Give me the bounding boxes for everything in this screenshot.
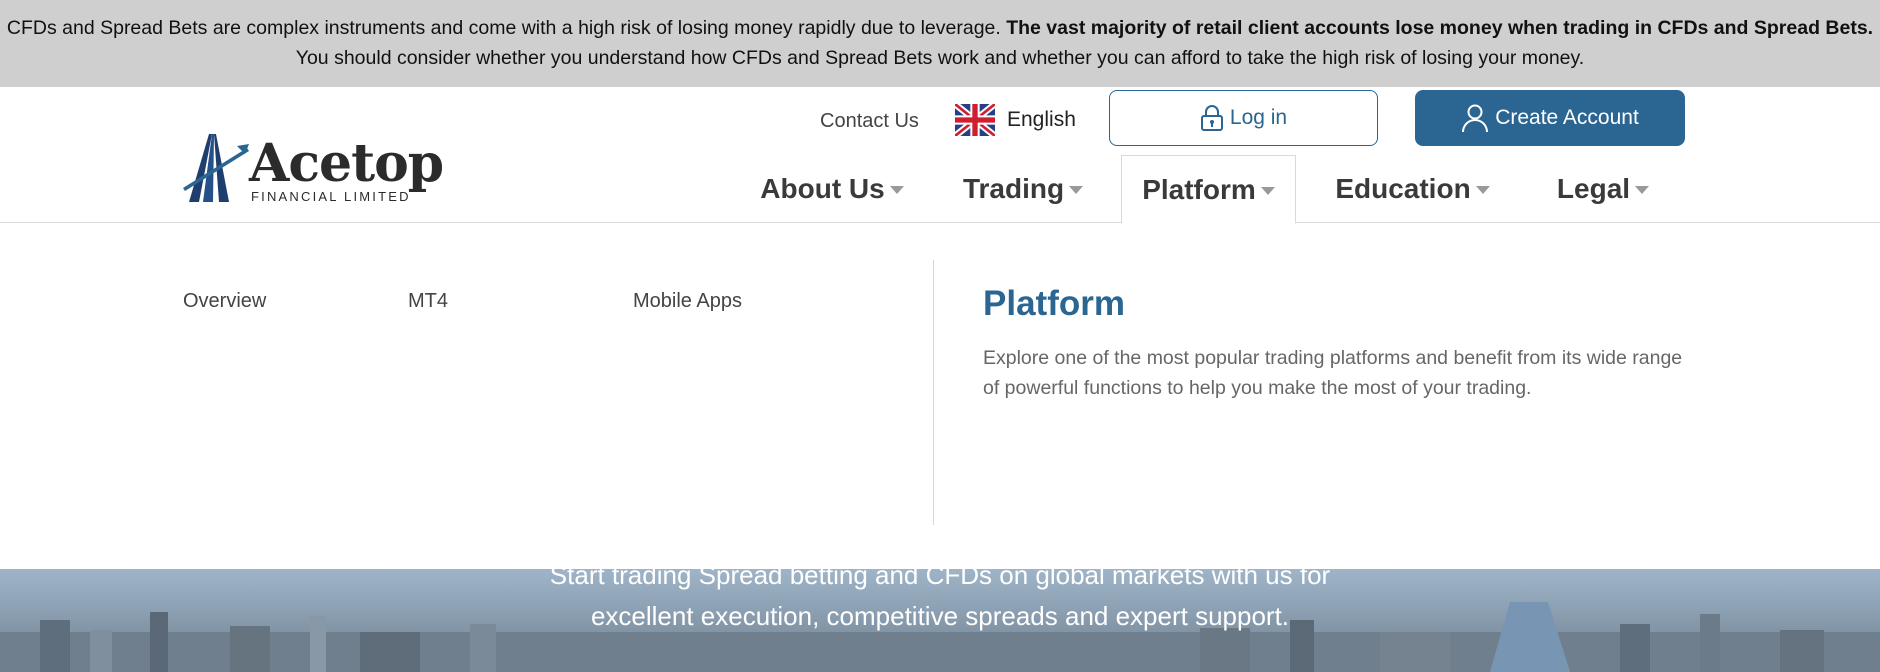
hero-section: Start trading Spread betting and CFDs on…: [0, 569, 1880, 672]
language-label: English: [1007, 108, 1076, 131]
nav-item-label: Legal: [1556, 173, 1631, 204]
hero-tagline: Start trading Spread betting and CFDs on…: [549, 569, 1331, 631]
nav-item-label: About Us: [760, 173, 885, 204]
main-nav: About Us Trading Platform Education Lega…: [0, 155, 1880, 224]
contact-us-link[interactable]: Contact Us: [820, 110, 919, 133]
risk-warning-banner: CFDs and Spread Bets are complex instrum…: [0, 0, 1880, 87]
dropdown-link-mobile-apps[interactable]: Mobile Apps: [633, 290, 742, 313]
risk-warning-text: CFDs and Spread Bets are complex instrum…: [6, 17, 1007, 39]
dropdown-title: Platform: [983, 284, 1125, 323]
nav-item-about-us[interactable]: About Us: [752, 155, 912, 223]
nav-item-legal[interactable]: Legal: [1548, 155, 1658, 223]
lock-icon: [1200, 105, 1223, 131]
nav-item-education[interactable]: Education: [1330, 155, 1495, 223]
platform-dropdown: Overview MT4 Mobile Apps Platform Explor…: [0, 224, 1880, 569]
create-account-label: Create Account: [1495, 106, 1639, 129]
dropdown-link-mt4[interactable]: MT4: [408, 290, 448, 313]
uk-flag-icon: [955, 104, 995, 136]
caret-down-icon: [889, 186, 904, 194]
nav-item-platform[interactable]: Platform: [1121, 155, 1296, 224]
nav-item-label: Platform: [1142, 173, 1256, 205]
dropdown-description: Explore one of the most popular trading …: [983, 347, 1683, 399]
caret-down-icon: [1635, 186, 1650, 194]
risk-warning-bold: The vast majority of retail client accou…: [1006, 17, 1874, 39]
caret-down-icon: [1475, 186, 1490, 194]
login-label: Log in: [1229, 106, 1288, 129]
dropdown-link-overview[interactable]: Overview: [183, 290, 266, 313]
nav-item-label: Trading: [962, 173, 1065, 204]
caret-down-icon: [1069, 186, 1084, 194]
user-icon: [1462, 104, 1489, 133]
language-selector[interactable]: English: [955, 104, 1076, 136]
caret-down-icon: [1260, 186, 1275, 195]
create-account-button[interactable]: Create Account: [1415, 90, 1685, 146]
nav-item-label: Education: [1335, 173, 1471, 204]
top-links: Contact Us English Log in Create Account: [0, 90, 1880, 146]
dropdown-divider: [933, 260, 934, 525]
login-button[interactable]: Log in: [1109, 90, 1378, 146]
nav-item-trading[interactable]: Trading: [955, 155, 1091, 223]
risk-warning-text-2: You should consider whether you understa…: [295, 47, 1585, 69]
